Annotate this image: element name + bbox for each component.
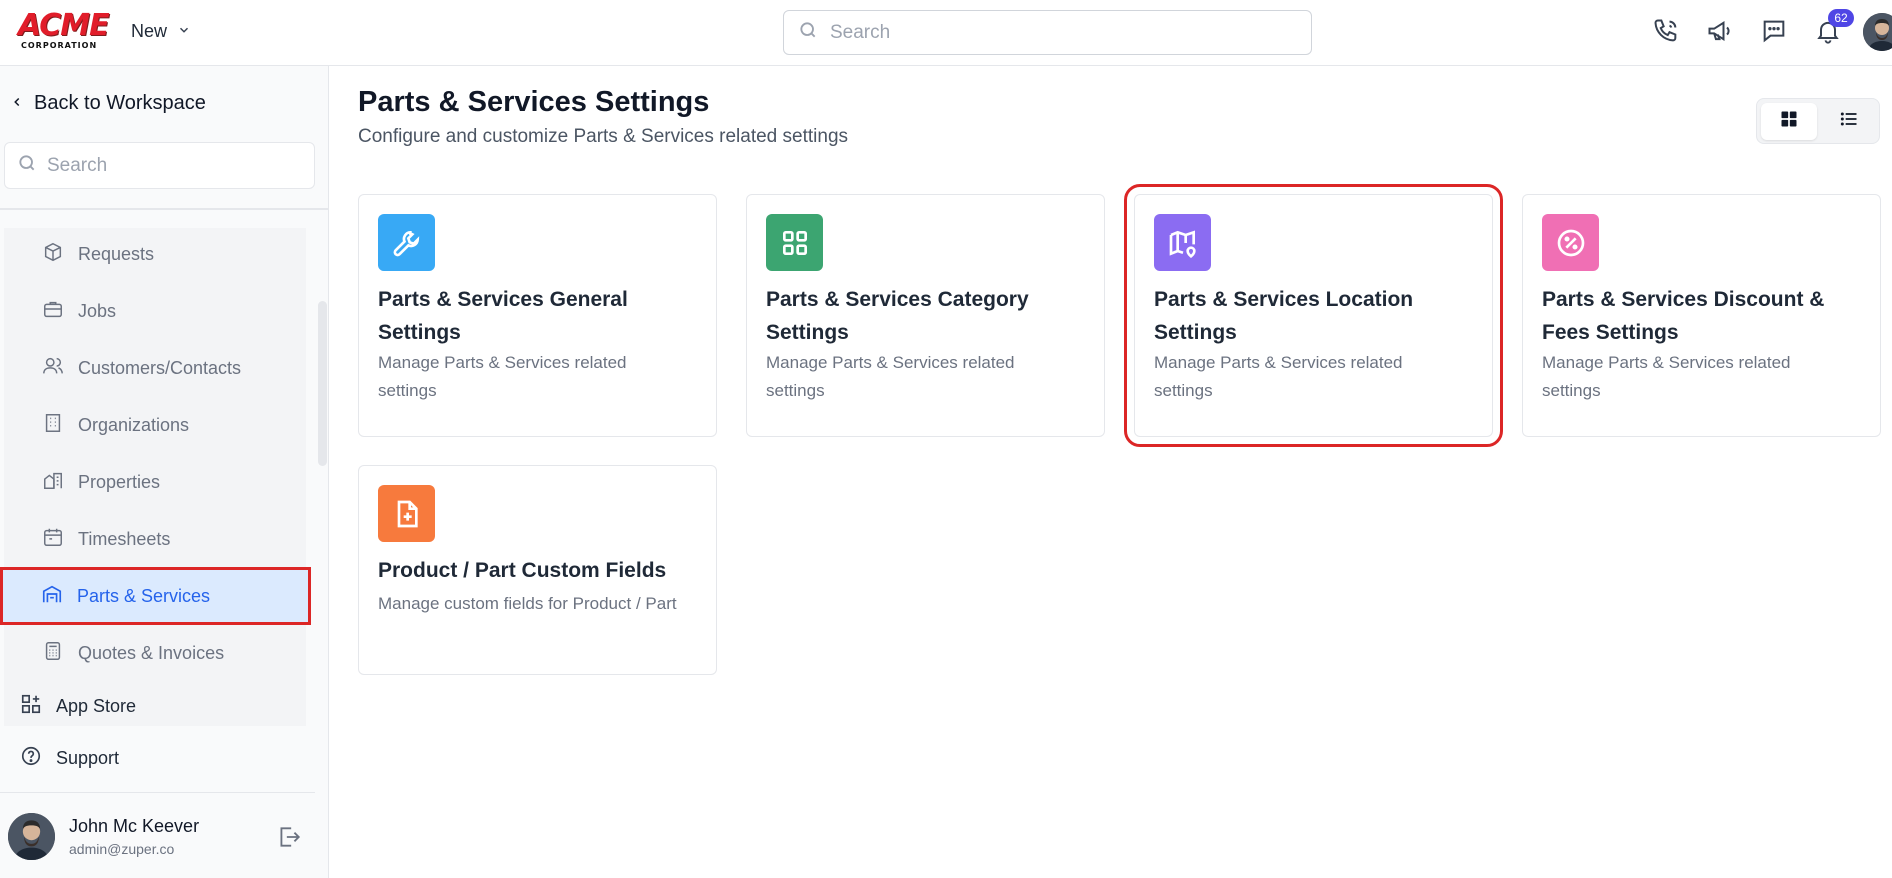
support-label: Support [56, 748, 120, 768]
notification-badge: 62 [1828, 9, 1854, 27]
profile-avatar[interactable] [1863, 13, 1892, 51]
sidebar-item-label: Quotes & Invoices [78, 642, 225, 663]
search-icon [798, 20, 818, 45]
sidebar-item-customers[interactable]: Customers/Contacts [4, 342, 306, 394]
sidebar-item-parts-services[interactable]: Parts & Services [0, 567, 311, 625]
list-icon [1839, 109, 1859, 134]
help-circle-icon [20, 745, 42, 772]
settings-card-location[interactable]: Parts & Services Location Settings Manag… [1124, 184, 1503, 447]
building-icon [42, 412, 64, 439]
calculator-icon [42, 640, 64, 667]
logout-icon[interactable] [276, 824, 302, 855]
sidebar-item-support[interactable]: Support [20, 745, 119, 772]
sidebar-search-input[interactable] [47, 154, 297, 177]
card-description: Manage Parts & Services related settings [1154, 353, 1403, 400]
phone-icon[interactable] [1648, 13, 1684, 49]
sidebar-item-label: Jobs [78, 300, 117, 321]
app-store-label: App Store [56, 696, 137, 716]
card-title: Parts & Services Discount & Fees Setting… [1542, 288, 1825, 344]
sidebar-item-label: Parts & Services [77, 585, 211, 606]
warehouse-icon [41, 583, 63, 610]
sidebar-item-label: Customers/Contacts [78, 357, 242, 378]
card-description: Manage Parts & Services related settings [766, 353, 1015, 400]
global-search-input[interactable] [830, 21, 1270, 44]
sidebar-item-organizations[interactable]: Organizations [4, 399, 306, 451]
view-toggle [1756, 98, 1880, 144]
calendar-icon [42, 526, 64, 553]
user-avatar [8, 813, 55, 860]
sidebar-item-app-store[interactable]: App Store [20, 693, 136, 720]
sidebar-item-label: Requests [78, 243, 155, 264]
app-store-icon [20, 693, 42, 720]
grid-icon [766, 214, 823, 271]
page-title: Parts & Services Settings [358, 86, 710, 118]
back-to-workspace-label: Back to Workspace [34, 92, 206, 114]
properties-icon [42, 469, 64, 496]
users-icon [42, 355, 64, 382]
settings-card-general[interactable]: Parts & Services General Settings Manage… [358, 194, 717, 437]
user-profile[interactable]: John Mc Keever admin@zuper.co [8, 813, 199, 860]
user-email: admin@zuper.co [69, 841, 175, 857]
card-title: Parts & Services Category Settings [766, 288, 1029, 344]
grid-view-button[interactable] [1761, 103, 1817, 140]
briefcase-icon [42, 298, 64, 325]
sidebar-item-properties[interactable]: Properties [4, 456, 306, 508]
new-menu-button[interactable]: New [131, 21, 191, 42]
global-search[interactable] [783, 10, 1312, 55]
search-icon [17, 153, 37, 178]
sidebar-item-label: Properties [78, 471, 161, 492]
sidebar-item-timesheets[interactable]: Timesheets [4, 513, 306, 565]
percent-icon [1542, 214, 1599, 271]
user-divider [0, 792, 315, 793]
settings-card-discount-fees[interactable]: Parts & Services Discount & Fees Setting… [1522, 194, 1881, 437]
card-description: Manage Parts & Services related settings [1542, 353, 1791, 400]
sidebar-item-requests[interactable]: Requests [4, 228, 306, 280]
sidebar-item-jobs[interactable]: Jobs [4, 285, 306, 337]
list-view-button[interactable] [1821, 103, 1877, 140]
acme-logo[interactable]: ACME CORPORATION [18, 11, 110, 51]
settings-card-custom-fields[interactable]: Product / Part Custom Fields Manage cust… [358, 465, 717, 675]
top-bar: ACME CORPORATION New 62 [0, 0, 1892, 66]
user-name: John Mc Keever [69, 816, 200, 836]
sidebar-scrollbar[interactable] [318, 301, 327, 466]
box-icon [42, 241, 64, 268]
sidebar-item-label: Organizations [78, 414, 190, 435]
chat-icon[interactable] [1756, 13, 1792, 49]
chevron-left-icon [10, 92, 24, 115]
bell-icon[interactable]: 62 [1810, 9, 1854, 49]
card-title: Product / Part Custom Fields [378, 559, 667, 582]
card-title: Parts & Services Location Settings [1154, 288, 1414, 344]
map-pin-icon [1154, 214, 1211, 271]
card-description: Manage Parts & Services related settings [378, 353, 627, 400]
sidebar-nav: Requests Jobs Customers/Contacts Organiz… [0, 228, 311, 726]
sidebar-divider [0, 208, 329, 210]
file-plus-icon [378, 485, 435, 542]
grid-icon [1779, 109, 1799, 134]
sidebar-item-quotes-invoices[interactable]: Quotes & Invoices [4, 627, 306, 679]
sidebar: Back to Workspace Requests Jobs Customer… [0, 66, 329, 878]
wrench-icon [378, 214, 435, 271]
card-title: Parts & Services General Settings [378, 288, 628, 344]
megaphone-icon[interactable] [1702, 13, 1738, 49]
page-subtitle: Configure and customize Parts & Services… [358, 126, 849, 147]
chevron-down-icon [177, 21, 191, 42]
sidebar-item-label: Timesheets [78, 528, 171, 549]
sidebar-search[interactable] [4, 142, 315, 189]
card-description: Manage custom fields for Product / Part [378, 594, 677, 613]
back-to-workspace-link[interactable]: Back to Workspace [10, 92, 206, 115]
settings-card-category[interactable]: Parts & Services Category Settings Manag… [746, 194, 1105, 437]
new-label: New [131, 21, 168, 41]
